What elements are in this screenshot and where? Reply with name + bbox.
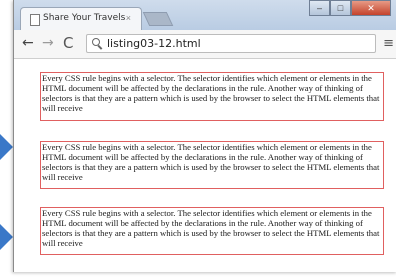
maximize-button[interactable]: □	[330, 0, 351, 16]
toolbar: ← → C listing03-12.html ≡	[14, 30, 396, 59]
callout-arrow-2	[0, 224, 13, 250]
back-arrow-icon[interactable]: ←	[22, 35, 34, 51]
reload-icon[interactable]: C	[63, 34, 73, 52]
minimize-button[interactable]: –	[309, 0, 330, 16]
browser-window: Share Your Travels × – □ ✕ ← → C listing…	[13, 0, 396, 272]
page-content: Every CSS rule begins with a selector. T…	[14, 59, 396, 272]
tab-title: Share Your Travels	[43, 13, 126, 23]
search-icon	[92, 38, 100, 46]
address-bar[interactable]: listing03-12.html	[86, 34, 376, 53]
window-controls: – □ ✕	[309, 0, 391, 18]
tab-strip: Share Your Travels × – □ ✕	[14, 0, 396, 30]
close-window-button[interactable]: ✕	[351, 0, 391, 16]
paragraph-2: Every CSS rule begins with a selector. T…	[40, 141, 384, 189]
paragraph-1: Every CSS rule begins with a selector. T…	[40, 72, 384, 121]
page-icon	[30, 14, 40, 26]
callout-arrow-1	[0, 134, 13, 160]
tab-share-your-travels[interactable]: Share Your Travels ×	[20, 7, 142, 30]
new-tab-button[interactable]	[142, 12, 174, 26]
paragraph-3: Every CSS rule begins with a selector. T…	[40, 207, 384, 255]
tab-close-icon[interactable]: ×	[126, 13, 131, 23]
url-text[interactable]: listing03-12.html	[107, 37, 201, 50]
forward-arrow-icon[interactable]: →	[42, 35, 54, 51]
menu-icon[interactable]: ≡	[383, 36, 394, 51]
